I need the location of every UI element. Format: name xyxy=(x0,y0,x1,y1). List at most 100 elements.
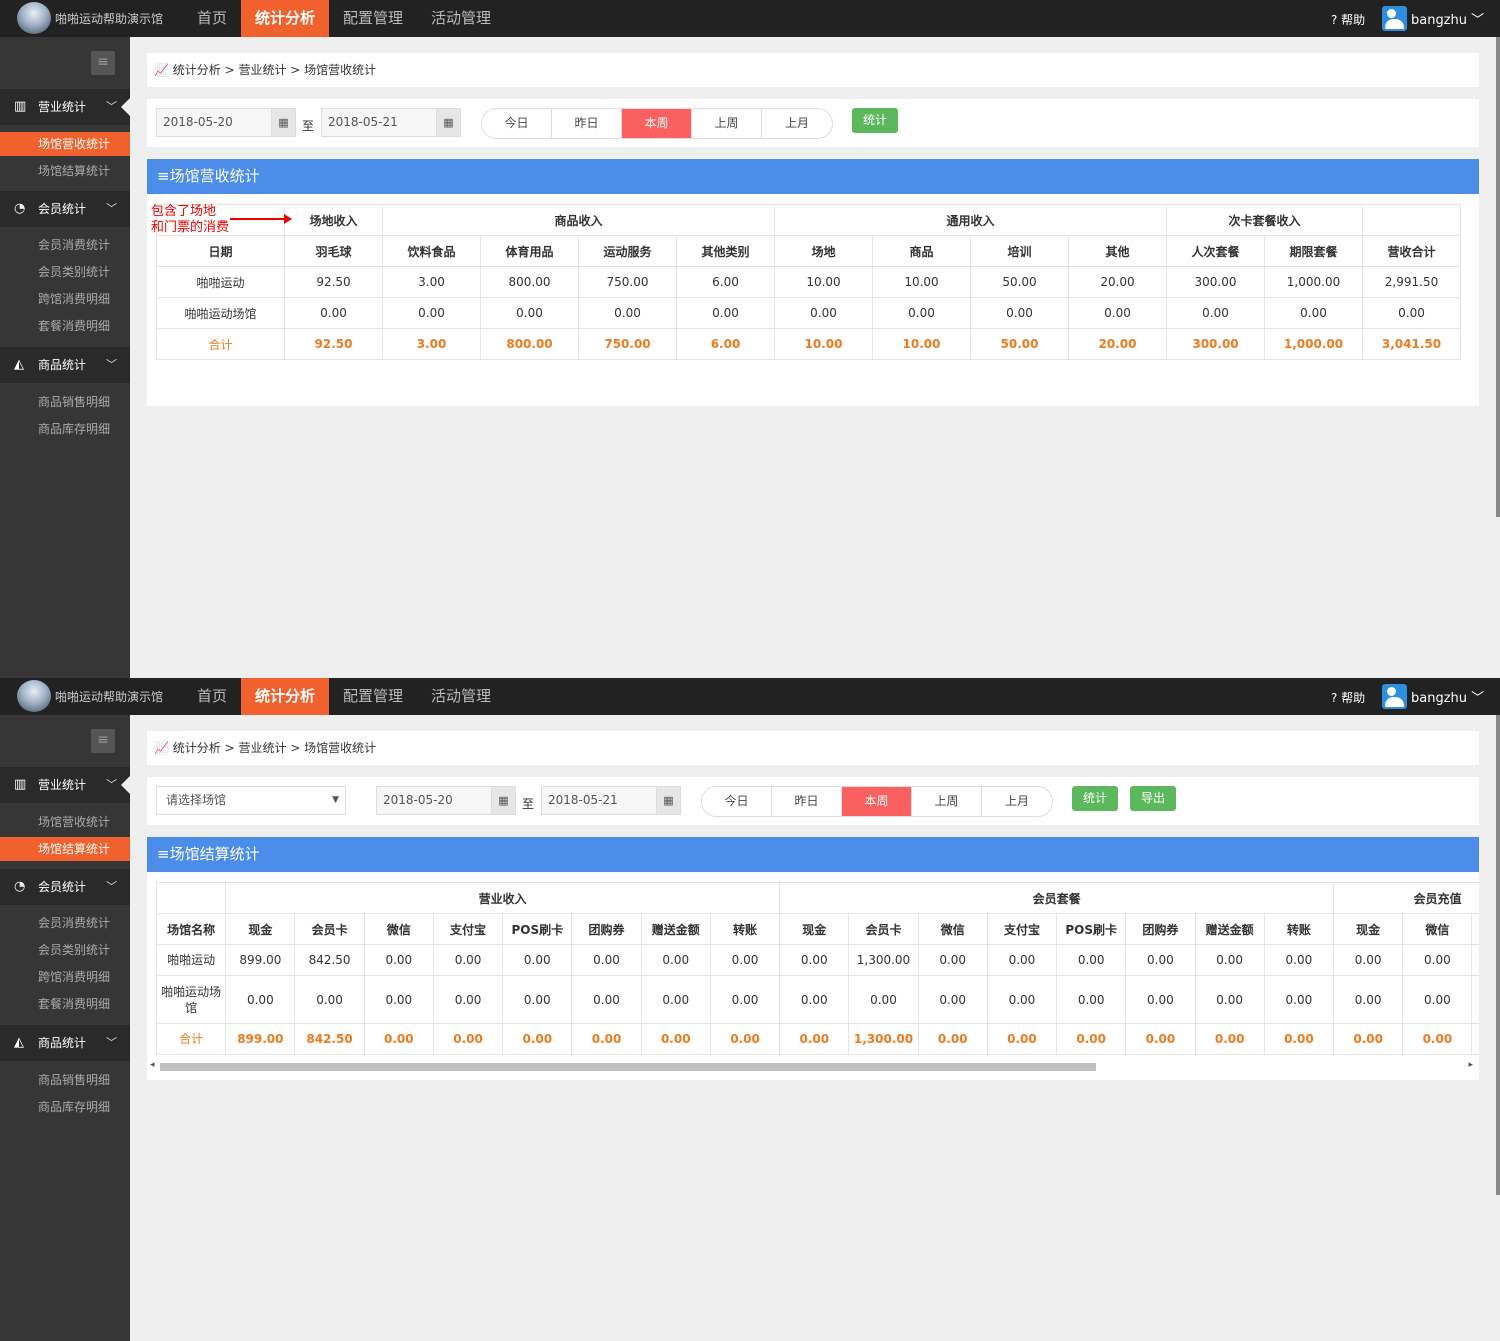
header-row: 场馆名称 现金 会员卡 微信 支付宝 POS刷卡 团购券 赠送金额 转账 现金 会员卡 微信 支付宝 PO… xyxy=(155,913,1479,945)
sidebar-item-venue-revenue[interactable]: 场馆营收统计 xyxy=(0,810,130,834)
sidebar-group-business[interactable]: ▥ 营业统计 ﹀ xyxy=(0,89,130,125)
sidebar-group-member[interactable]: ◔ 会员统计 ﹀ xyxy=(0,869,130,905)
scroll-left-icon[interactable]: ◂ xyxy=(150,1060,155,1070)
table-cell: 0.00 xyxy=(1333,1023,1404,1055)
table-cell: 0.00 xyxy=(986,944,1058,976)
column-header: 支付宝 xyxy=(432,913,504,945)
scroll-right-icon[interactable]: ▸ xyxy=(1468,1060,1473,1070)
table-cell: 0.00 xyxy=(1194,944,1265,976)
sidebar-group-business[interactable]: ▥ 营业统计 ﹀ xyxy=(0,767,130,803)
sidebar-group-goods[interactable]: ◭ 商品统计 ﹀ xyxy=(0,347,130,383)
period-last-week[interactable]: 上周 xyxy=(692,109,762,138)
period-this-week[interactable]: 本周 xyxy=(622,109,692,138)
period-this-week[interactable]: 本周 xyxy=(842,787,912,816)
user-menu[interactable]: bangzhu ﹀ xyxy=(1411,9,1484,28)
table-cell: 0.00 xyxy=(917,1023,988,1055)
period-yesterday[interactable]: 昨日 xyxy=(772,787,842,816)
chevron-down-icon: ﹀ xyxy=(106,358,117,371)
table-cell: 0.00 xyxy=(917,944,988,976)
export-button[interactable]: 导出 xyxy=(1130,786,1176,811)
date-from-field[interactable]: 2018-05-20 ▦ xyxy=(376,786,516,815)
table-cell: 合计 xyxy=(155,1023,227,1055)
period-last-month[interactable]: 上月 xyxy=(762,109,832,138)
revenue-panel: ≡场馆营收统计 场地收入 商品收入 通用收入 次卡套餐收入 日期 羽毛球 饮料食品 体育用品运… xyxy=(147,159,1479,406)
table-cell: 0.00 xyxy=(774,297,873,329)
column-header: 运动服务 xyxy=(578,235,677,267)
calendar-icon[interactable]: ▦ xyxy=(271,109,295,136)
table-cell: 0.00 xyxy=(1471,1023,1479,1055)
sidebar-item-venue-revenue[interactable]: 场馆营收统计 xyxy=(0,132,130,156)
stat-button[interactable]: 统计 xyxy=(1072,786,1118,811)
nav-home[interactable]: 首页 xyxy=(183,678,241,715)
sidebar-item-member-consume[interactable]: 会员消费统计 xyxy=(0,911,130,935)
nav-config[interactable]: 配置管理 xyxy=(329,678,417,715)
annotation-arrow-icon xyxy=(230,214,292,224)
sidebar-item-goods-stock[interactable]: 商品库存明细 xyxy=(0,1095,130,1119)
brand-name: 啪啪运动帮助演示馆 xyxy=(55,690,164,704)
sidebar-item-goods-sales[interactable]: 商品销售明细 xyxy=(0,1068,130,1092)
sidebar-item-package-consume[interactable]: 套餐消费明细 xyxy=(0,992,130,1016)
scrollbar[interactable] xyxy=(1496,715,1500,1195)
sidebar-item-member-category[interactable]: 会员类别统计 xyxy=(0,260,130,284)
area-chart-icon: ◭ xyxy=(14,357,24,372)
nav-home[interactable]: 首页 xyxy=(183,0,241,37)
sidebar-item-venue-settlement[interactable]: 场馆结算统计 xyxy=(0,159,130,183)
user-avatar-icon[interactable] xyxy=(1382,684,1407,709)
date-from-field[interactable]: 2018-05-20 ▦ xyxy=(156,108,296,137)
nav-statistics[interactable]: 统计分析 xyxy=(241,678,330,715)
date-to-field[interactable]: 2018-05-21 ▦ xyxy=(541,786,681,815)
nav-statistics[interactable]: 统计分析 xyxy=(241,0,330,37)
table-cell: 0.00 xyxy=(571,944,642,976)
nav-config[interactable]: 配置管理 xyxy=(329,0,417,37)
venue-select[interactable]: 请选择场馆 ▼ xyxy=(156,786,346,815)
group-header: 会员套餐 xyxy=(779,882,1335,914)
menu-toggle-icon[interactable]: ≡ xyxy=(91,729,115,753)
date-to-field[interactable]: 2018-05-21 ▦ xyxy=(321,108,461,137)
help-link[interactable]: ? 帮助 xyxy=(1331,689,1365,706)
column-header: 日期 xyxy=(156,235,285,267)
table-row: 啪啪运动 92.50 3.00 800.00 750.00 6.00 10.00 10.00 5… xyxy=(156,266,1461,298)
user-menu[interactable]: bangzhu ﹀ xyxy=(1411,687,1484,706)
sidebar-item-goods-sales[interactable]: 商品销售明细 xyxy=(0,390,130,414)
list-icon: ≡ xyxy=(157,167,170,185)
table-cell: 0.00 xyxy=(1263,975,1335,1024)
nav-activity[interactable]: 活动管理 xyxy=(417,0,505,37)
calendar-icon[interactable]: ▦ xyxy=(491,787,515,814)
period-today[interactable]: 今日 xyxy=(482,109,552,138)
sidebar-group-label: 商品统计 xyxy=(38,358,87,372)
nav-activity[interactable]: 活动管理 xyxy=(417,678,505,715)
brand-name: 啪啪运动帮助演示馆 xyxy=(55,12,164,26)
period-last-week[interactable]: 上周 xyxy=(912,787,982,816)
group-header: 商品收入 xyxy=(382,204,775,236)
calendar-icon[interactable]: ▦ xyxy=(436,109,460,136)
help-link[interactable]: ? 帮助 xyxy=(1331,11,1365,28)
calendar-icon[interactable]: ▦ xyxy=(656,787,680,814)
table-cell: 0.00 xyxy=(848,975,919,1024)
scrollbar[interactable] xyxy=(1496,37,1500,517)
sidebar-item-goods-stock[interactable]: 商品库存明细 xyxy=(0,417,130,441)
table-cell: 0.00 xyxy=(1068,297,1167,329)
period-today[interactable]: 今日 xyxy=(702,787,772,816)
table-cell: 0.00 xyxy=(779,944,850,976)
period-last-month[interactable]: 上月 xyxy=(982,787,1052,816)
table-cell: 0.00 xyxy=(432,944,504,976)
sidebar-item-member-consume[interactable]: 会员消费统计 xyxy=(0,233,130,257)
sidebar-group-goods[interactable]: ◭ 商品统计 ﹀ xyxy=(0,1025,130,1061)
horizontal-scrollbar[interactable]: ◂ ▸ xyxy=(150,1060,1476,1072)
scrollbar-thumb[interactable] xyxy=(160,1063,1096,1071)
sidebar-item-cross-venue[interactable]: 跨馆消费明细 xyxy=(0,965,130,989)
table-row: 啪啪运动 899.00 842.50 0.00 0.00 0.00 0.00 0.00 0.00… xyxy=(155,944,1479,976)
sidebar-item-venue-settlement[interactable]: 场馆结算统计 xyxy=(0,837,130,861)
sidebar-item-package-consume[interactable]: 套餐消费明细 xyxy=(0,314,130,338)
sidebar-item-cross-venue[interactable]: 跨馆消费明细 xyxy=(0,287,130,311)
menu-toggle-icon[interactable]: ≡ xyxy=(91,51,115,75)
sidebar-item-member-category[interactable]: 会员类别统计 xyxy=(0,938,130,962)
user-avatar-icon[interactable] xyxy=(1382,6,1407,31)
period-yesterday[interactable]: 昨日 xyxy=(552,109,622,138)
sidebar-group-member[interactable]: ◔ 会员统计 ﹀ xyxy=(0,191,130,227)
column-header: 团购券 xyxy=(571,913,642,945)
column-header: 赠送金额 xyxy=(1194,913,1265,945)
stat-button[interactable]: 统计 xyxy=(852,108,898,133)
date-to-value: 2018-05-21 xyxy=(328,115,398,129)
column-header: 微信 xyxy=(917,913,988,945)
